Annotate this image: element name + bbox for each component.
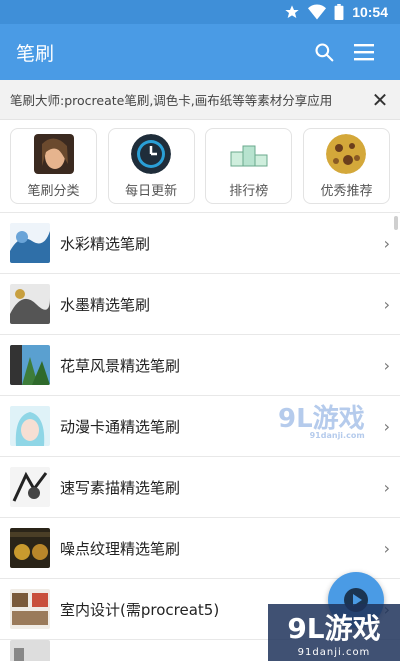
watermark-logo-text: 9L游戏	[278, 404, 365, 434]
notice-text: 笔刷大师:procreate笔刷,调色卡,画布纸等等素材分享应用	[10, 93, 333, 108]
quick-link-daily-update[interactable]: 每日更新	[107, 128, 195, 204]
list-item-label: 速写素描精选笔刷	[60, 478, 181, 497]
quick-link-ranking[interactable]: 排行榜	[205, 128, 293, 204]
watercolor-thumbnail	[10, 223, 50, 263]
menu-icon	[354, 44, 374, 61]
chevron-right-icon: ›	[383, 538, 390, 558]
quick-link-label: 排行榜	[229, 183, 269, 199]
watermark-banner-domain: 91danji.com	[297, 647, 371, 658]
clock-icon	[131, 133, 172, 174]
sketch-thumbnail	[10, 467, 50, 507]
list-item-flowers-landscape[interactable]: 花草风景精选笔刷 ›	[0, 335, 400, 396]
interior-thumbnail	[10, 589, 50, 629]
landscape-thumbnail	[10, 345, 50, 385]
page-title: 笔刷	[16, 42, 55, 65]
chevron-right-icon: ›	[383, 355, 390, 375]
search-icon	[315, 43, 334, 62]
watermark-logo: 9L游戏 91danji.com	[278, 406, 365, 440]
status-time: 10:54	[352, 4, 388, 20]
chevron-right-icon: ›	[383, 477, 390, 497]
list-item-label: 花草风景精选笔刷	[60, 356, 181, 375]
list-item-noise-texture[interactable]: 噪点纹理精选笔刷 ›	[0, 518, 400, 579]
quick-link-recommended[interactable]: 优秀推荐	[302, 128, 390, 204]
recommend-icon	[326, 133, 367, 174]
notice-bar: 笔刷大师:procreate笔刷,调色卡,画布纸等等素材分享应用 ✕	[0, 80, 400, 120]
watermark-banner: 9L游戏 91danji.com	[268, 604, 400, 661]
list-item-watercolor[interactable]: 水彩精选笔刷 ›	[0, 213, 400, 274]
quick-link-label: 优秀推荐	[320, 183, 373, 199]
status-bar: 10:54	[0, 0, 400, 24]
battery-icon	[334, 4, 344, 20]
close-icon[interactable]: ✕	[370, 88, 390, 112]
quick-links: 笔刷分类 每日更新 排行榜 优秀推荐	[0, 120, 400, 212]
partial-thumbnail	[10, 639, 50, 661]
quick-link-label: 笔刷分类	[27, 183, 80, 199]
app-bar: 笔刷	[0, 24, 400, 80]
wifi-icon	[308, 4, 327, 20]
list-item-label: 水墨精选笔刷	[60, 295, 151, 314]
watermark-banner-text: 9L游戏	[287, 612, 381, 645]
chevron-right-icon: ›	[383, 294, 390, 314]
search-button[interactable]	[304, 32, 344, 72]
quick-link-label: 每日更新	[125, 183, 178, 199]
chevron-right-icon: ›	[383, 233, 390, 253]
list-item-label: 水彩精选笔刷	[60, 234, 151, 253]
menu-button[interactable]	[344, 32, 384, 72]
podium-icon	[229, 134, 269, 174]
list-item-ink[interactable]: 水墨精选笔刷 ›	[0, 274, 400, 335]
texture-thumbnail	[10, 528, 50, 568]
list-item-sketch[interactable]: 速写素描精选笔刷 ›	[0, 457, 400, 518]
anime-thumbnail	[10, 406, 50, 446]
ink-thumbnail	[10, 284, 50, 324]
list-item-label: 噪点纹理精选笔刷	[60, 539, 181, 558]
scroll-indicator[interactable]	[394, 216, 398, 230]
quick-link-brush-categories[interactable]: 笔刷分类	[10, 128, 97, 204]
portrait-icon	[33, 133, 74, 174]
chevron-right-icon: ›	[383, 416, 390, 436]
star-icon	[285, 5, 299, 18]
